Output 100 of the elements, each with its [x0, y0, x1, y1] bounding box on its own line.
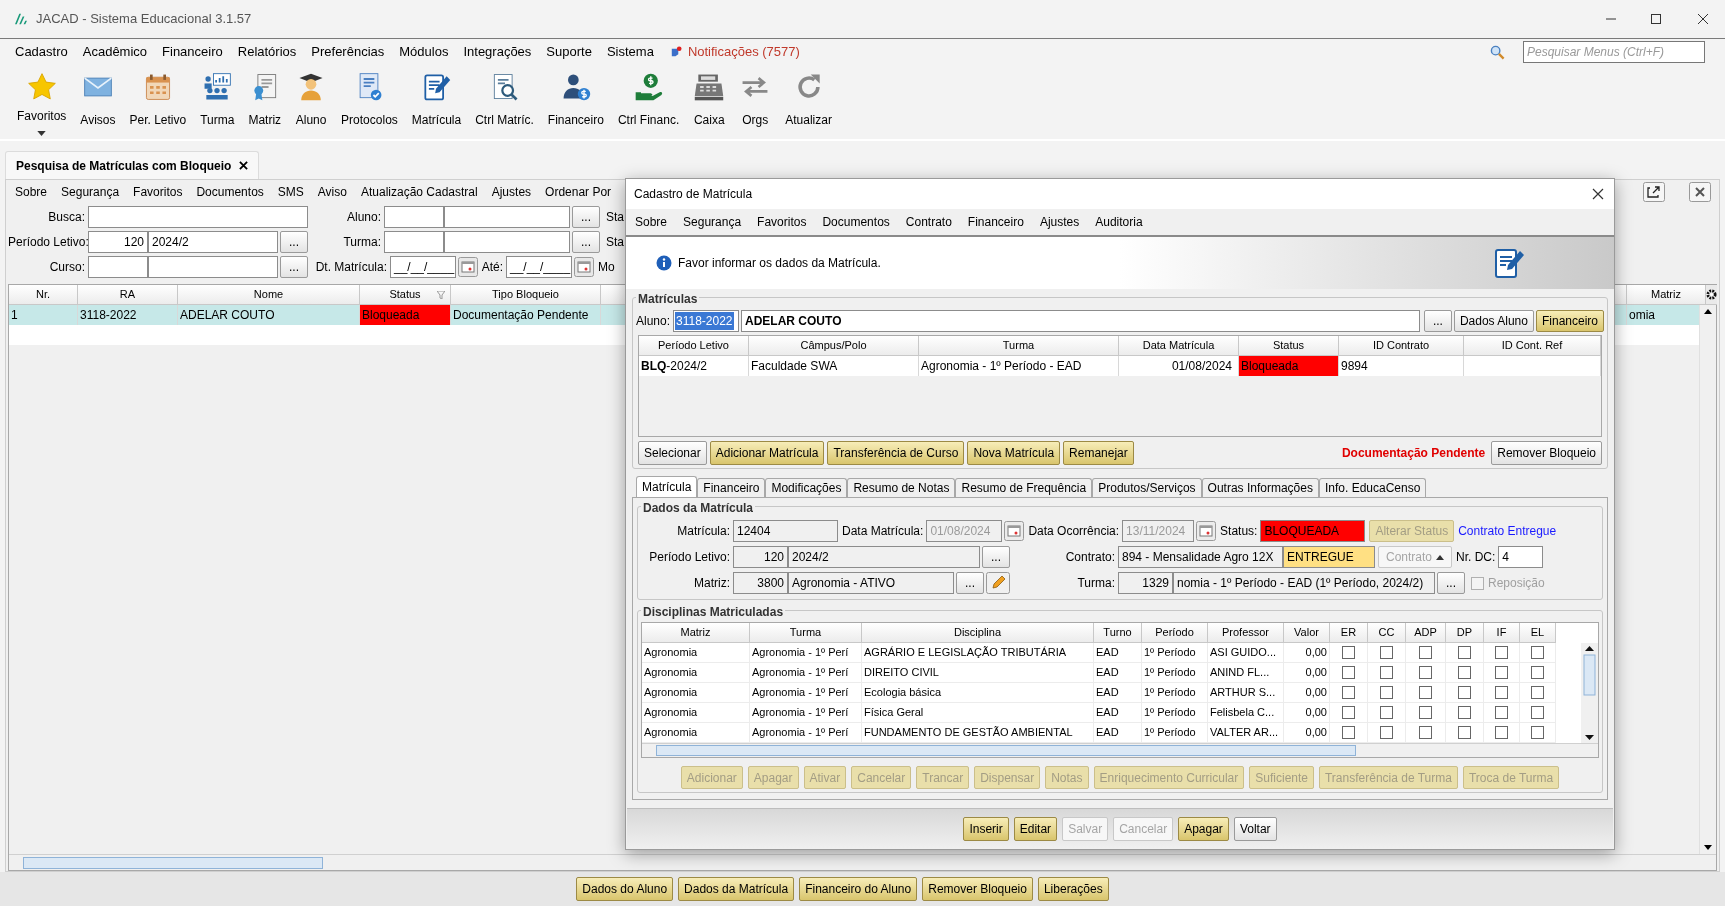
menu-item[interactable]: Documentos: [196, 183, 264, 201]
curriculum-field[interactable]: Agronomia - ATIVO: [788, 572, 954, 594]
period-field[interactable]: 2024/2: [788, 546, 980, 568]
column-header[interactable]: Período: [1142, 623, 1208, 643]
bottom-action-button[interactable]: Dados da Matrícula: [678, 877, 795, 901]
column-header[interactable]: Nome: [178, 285, 360, 305]
column-header[interactable]: Nr.: [9, 285, 78, 305]
menu-item[interactable]: Financeiro: [967, 213, 1024, 231]
footer-button[interactable]: Inserir: [963, 816, 1009, 841]
menu-item[interactable]: Segurança: [683, 213, 742, 231]
enrollment-action-button[interactable]: Nova Matrícula: [967, 441, 1061, 465]
menu-item[interactable]: Contrato: [905, 213, 952, 231]
column-header[interactable]: Matriz: [642, 623, 750, 643]
column-header[interactable]: Turma: [919, 336, 1119, 356]
column-header[interactable]: RA: [78, 285, 178, 305]
column-header[interactable]: Tipo Bloqueio: [451, 285, 601, 305]
class-code-field[interactable]: 1329: [1118, 572, 1173, 594]
checkbox[interactable]: [1458, 706, 1471, 719]
enrollment-action-button[interactable]: Transferência de Curso: [827, 441, 965, 465]
checkbox[interactable]: [1342, 666, 1355, 679]
checkbox[interactable]: [1458, 646, 1471, 659]
date-field[interactable]: __/__/____: [390, 256, 456, 278]
footer-button[interactable]: Editar: [1013, 816, 1058, 841]
gear-icon[interactable]: [1706, 289, 1717, 300]
student-code-field[interactable]: 3118-2022: [673, 310, 740, 332]
column-header[interactable]: EL: [1520, 623, 1556, 643]
student-name-field[interactable]: ADELAR COUTO: [741, 310, 1420, 332]
toolbar-button[interactable]: Turma: [193, 65, 242, 139]
menu-item[interactable]: Ajustes: [491, 183, 532, 201]
browse-button[interactable]: ...: [572, 231, 600, 253]
menu-item[interactable]: Ajustes: [1039, 213, 1080, 231]
menu-search-field[interactable]: Pesquisar Menus (Ctrl+F): [1523, 41, 1705, 63]
menu-item[interactable]: Ordenar Por: [545, 183, 612, 201]
checkbox[interactable]: [1342, 706, 1355, 719]
horizontal-scrollbar[interactable]: [9, 854, 1716, 870]
column-header[interactable]: Matriz: [1627, 285, 1706, 305]
menu-item[interactable]: Sobre: [15, 183, 48, 201]
horizontal-scrollbar[interactable]: [642, 743, 1598, 757]
browse-button[interactable]: ...: [1423, 310, 1452, 332]
checkbox[interactable]: [1458, 666, 1471, 679]
column-header[interactable]: CC: [1368, 623, 1406, 643]
checkbox[interactable]: [1531, 686, 1544, 699]
menu-item[interactable]: Sistema: [606, 42, 654, 62]
checkbox[interactable]: [1342, 646, 1355, 659]
period-code-field[interactable]: 120: [88, 231, 148, 253]
vertical-scrollbar[interactable]: [1699, 305, 1716, 854]
tab[interactable]: Matrícula: [636, 476, 698, 497]
date-field[interactable]: __/__/____: [506, 256, 572, 278]
menu-item[interactable]: Atualização Cadastral: [360, 183, 478, 201]
checkbox[interactable]: [1419, 726, 1432, 739]
tab[interactable]: Outras Informações: [1201, 478, 1319, 497]
checkbox[interactable]: [1419, 706, 1432, 719]
column-header[interactable]: IF: [1484, 623, 1520, 643]
browse-button[interactable]: ...: [982, 546, 1010, 568]
contract-link[interactable]: Contrato Entregue: [1458, 522, 1557, 540]
class-field[interactable]: nomia - 1º Período - EAD (1º Período, 2024/2): [1173, 572, 1435, 594]
status-field[interactable]: BLOQUEADA: [1260, 520, 1366, 542]
search-field[interactable]: [88, 206, 308, 228]
enrollment-number-field[interactable]: 12404: [733, 520, 838, 542]
menu-item[interactable]: Acadêmico: [82, 42, 148, 62]
contract-field[interactable]: 894 - Mensalidade Agro 12X: [1118, 546, 1283, 568]
class-name-field[interactable]: [444, 231, 570, 253]
column-header[interactable]: Turma: [750, 623, 862, 643]
calendar-button-icon[interactable]: [1004, 521, 1025, 541]
popout-icon[interactable]: [1643, 182, 1665, 202]
browse-button[interactable]: ...: [280, 231, 308, 253]
close-icon[interactable]: [1697, 13, 1709, 25]
checkbox[interactable]: [1531, 646, 1544, 659]
maximize-icon[interactable]: [1650, 13, 1662, 25]
menu-item[interactable]: Segurança: [61, 183, 120, 201]
tab[interactable]: Info. EducaCenso: [1318, 478, 1427, 497]
browse-button[interactable]: ...: [280, 256, 308, 278]
tab[interactable]: Resumo de Frequência: [955, 478, 1093, 497]
column-header[interactable]: Câmpus/Polo: [749, 336, 919, 356]
column-header[interactable]: Status: [360, 285, 451, 305]
toolbar-button[interactable]: Matrícula: [404, 65, 469, 139]
menu-item[interactable]: Preferências: [311, 42, 385, 62]
menu-item[interactable]: SMS: [277, 183, 304, 201]
column-header[interactable]: ER: [1330, 623, 1368, 643]
checkbox[interactable]: [1380, 646, 1393, 659]
menu-item[interactable]: Aviso: [317, 183, 347, 201]
document-tab[interactable]: Pesquisa de Matrículas com Bloqueio: [5, 151, 260, 179]
toolbar-button[interactable]: Ctrl Financ.: [610, 65, 687, 139]
calendar-button-icon[interactable]: [458, 257, 478, 277]
menu-item[interactable]: Módulos: [399, 42, 449, 62]
bottom-action-button[interactable]: Dados do Aluno: [576, 877, 674, 901]
class-code-field[interactable]: [384, 231, 444, 253]
vertical-scrollbar[interactable]: [1581, 643, 1598, 743]
calendar-button-icon[interactable]: [1196, 521, 1217, 541]
course-code-field[interactable]: [88, 256, 148, 278]
period-field[interactable]: 2024/2: [148, 231, 278, 253]
column-header[interactable]: Turno: [1094, 623, 1142, 643]
column-header[interactable]: Disciplina: [862, 623, 1094, 643]
checkbox[interactable]: [1495, 646, 1508, 659]
checkbox[interactable]: [1458, 686, 1471, 699]
bottom-action-button[interactable]: Financeiro do Aluno: [799, 877, 918, 901]
checkbox[interactable]: [1531, 726, 1544, 739]
checkbox[interactable]: [1531, 706, 1544, 719]
notifications-link[interactable]: Notificações (7577): [687, 42, 800, 62]
toolbar-button[interactable]: Aluno: [288, 65, 335, 139]
